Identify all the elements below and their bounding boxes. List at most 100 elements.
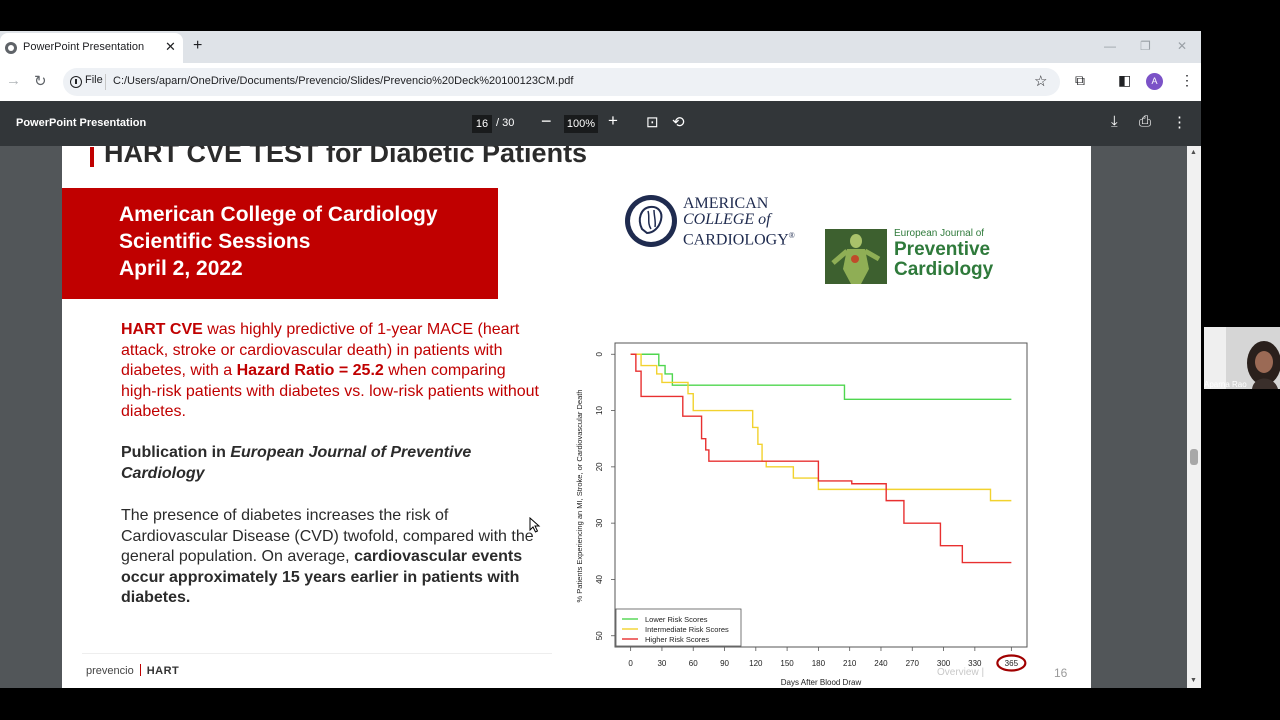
- title-accent-bar: [90, 147, 94, 167]
- browser-menu-icon[interactable]: ⋮: [1180, 72, 1194, 89]
- x-tick-label: 240: [874, 659, 888, 668]
- legend-label: Intermediate Risk Scores: [645, 625, 729, 634]
- browser-window: PowerPoint Presentation ✕ + — ❐ ✕ → ↻ Fi…: [0, 31, 1201, 688]
- x-tick-label: 0: [628, 659, 633, 668]
- hart-cve-term: HART CVE: [121, 321, 203, 338]
- scroll-up-icon[interactable]: ▲: [1190, 149, 1197, 156]
- y-tick-label: 30: [595, 518, 604, 527]
- slide-page-number: 16: [1054, 666, 1068, 680]
- url-text[interactable]: C:/Users/aparn/OneDrive/Documents/Preven…: [113, 75, 573, 87]
- profile-avatar[interactable]: A: [1146, 73, 1163, 90]
- omnibox-divider: [105, 74, 106, 90]
- anatomy-figure-image: [825, 229, 887, 284]
- banner-line: April 2, 2022: [119, 257, 243, 280]
- x-tick-label: 30: [657, 659, 666, 668]
- browser-tab[interactable]: PowerPoint Presentation ✕: [0, 33, 183, 63]
- ejpc-title-line: Preventive: [894, 239, 991, 260]
- x-axis-label: Days After Blood Draw: [781, 678, 862, 687]
- ejpc-title-line: Cardiology: [894, 259, 994, 280]
- chart-legend: Lower Risk ScoresIntermediate Risk Score…: [615, 608, 742, 647]
- rotate-icon[interactable]: ⟲: [672, 113, 685, 131]
- acc-line: COLLEGE of: [683, 212, 795, 228]
- participant-name: Aparna Rao: [1204, 380, 1247, 389]
- minimize-icon[interactable]: —: [1104, 39, 1116, 53]
- legend-label: Lower Risk Scores: [645, 615, 708, 624]
- pdf-toolbar: PowerPoint Presentation 16 / 30 − 100% +…: [0, 101, 1201, 146]
- conference-banner: American College of Cardiology Scientifi…: [62, 188, 498, 299]
- registered-mark: ®: [788, 231, 795, 240]
- footer-divider: [82, 653, 552, 654]
- restore-icon[interactable]: ❐: [1140, 39, 1151, 53]
- x-tick-label: 120: [749, 659, 763, 668]
- browser-toolbar: → ↻ File C:/Users/aparn/OneDrive/Documen…: [0, 63, 1201, 101]
- acc-seal-logo: [625, 195, 677, 247]
- vertical-scrollbar[interactable]: ▲ ▼: [1187, 146, 1201, 688]
- new-tab-button[interactable]: +: [193, 37, 202, 55]
- pdf-viewport[interactable]: HART CVE TEST for Diabetic Patients Amer…: [0, 146, 1187, 688]
- scroll-thumb[interactable]: [1190, 449, 1198, 465]
- acc-wordmark: AMERICAN COLLEGE of CARDIOLOGY®: [683, 196, 795, 248]
- banner-line: American College of Cardiology: [119, 203, 438, 226]
- x-tick-label: 180: [812, 659, 826, 668]
- info-icon[interactable]: [70, 76, 82, 88]
- footer-logo: prevencio HART: [86, 664, 179, 677]
- reload-icon[interactable]: ↻: [34, 72, 47, 90]
- page-number-input[interactable]: 16: [472, 115, 492, 133]
- publication-text: Publication in: [121, 444, 231, 461]
- download-icon[interactable]: ⤓: [1111, 113, 1118, 130]
- legend-label: Higher Risk Scores: [645, 635, 709, 644]
- acc-line-text: CARDIOLOGY: [683, 231, 789, 249]
- print-icon[interactable]: ⎙: [1139, 113, 1151, 130]
- acc-line: CARDIOLOGY®: [683, 228, 795, 248]
- slide-title: HART CVE TEST for Diabetic Patients: [104, 146, 588, 168]
- ejpc-subtitle: European Journal of: [894, 228, 985, 239]
- fit-page-icon[interactable]: ⊡: [646, 113, 659, 131]
- publication-paragraph: Publication in European Journal of Preve…: [121, 443, 541, 484]
- plot-frame: [614, 342, 1028, 648]
- bookmark-star-icon[interactable]: ☆: [1034, 72, 1047, 90]
- side-panel-icon[interactable]: ◧: [1118, 72, 1131, 89]
- x-tick-label: 210: [843, 659, 857, 668]
- forward-icon[interactable]: →: [6, 72, 21, 89]
- mouse-cursor-icon: [529, 517, 541, 533]
- y-axis-label: % Patients Experiencing an MI, Stroke, o…: [575, 389, 584, 602]
- pdf-menu-icon[interactable]: ⋮: [1172, 113, 1187, 131]
- slide-page: HART CVE TEST for Diabetic Patients Amer…: [62, 146, 1091, 688]
- tab-strip: PowerPoint Presentation ✕ + — ❐ ✕: [0, 31, 1201, 63]
- x-tick-label: 365: [1005, 659, 1019, 668]
- hazard-ratio: Hazard Ratio = 25.2: [236, 362, 384, 379]
- file-chip: File: [85, 74, 103, 86]
- x-tick-label: 270: [906, 659, 920, 668]
- globe-icon: [5, 42, 17, 54]
- zoom-out-button[interactable]: −: [541, 111, 552, 132]
- y-tick-label: 20: [595, 462, 604, 471]
- tab-title: PowerPoint Presentation: [23, 41, 145, 53]
- tab-close-icon[interactable]: ✕: [165, 39, 176, 55]
- ejpc-title: Preventive Cardiology: [894, 240, 993, 280]
- prevencio-wordmark: prevencio: [86, 665, 134, 677]
- y-tick-label: 50: [595, 631, 604, 640]
- x-tick-label: 150: [780, 659, 794, 668]
- page-total: / 30: [496, 117, 515, 129]
- banner-line: Scientific Sessions: [119, 230, 311, 253]
- zoom-level-input[interactable]: 100%: [564, 115, 598, 133]
- diabetes-paragraph: The presence of diabetes increases the r…: [121, 506, 541, 609]
- y-tick-label: 10: [595, 406, 604, 415]
- screen: PowerPoint Presentation ✕ + — ❐ ✕ → ↻ Fi…: [0, 0, 1280, 720]
- pdf-document-title: PowerPoint Presentation: [16, 117, 147, 129]
- footer-separator: [139, 664, 141, 676]
- footer-nav-link[interactable]: Overview |: [937, 667, 984, 678]
- y-tick-label: 40: [595, 574, 604, 583]
- extensions-icon[interactable]: ⧉: [1075, 72, 1085, 89]
- zoom-in-button[interactable]: +: [608, 111, 618, 131]
- scroll-down-icon[interactable]: ▼: [1190, 677, 1197, 684]
- result-paragraph: HART CVE was highly predictive of 1-year…: [121, 320, 541, 423]
- address-bar[interactable]: File C:/Users/aparn/OneDrive/Documents/P…: [63, 68, 1060, 96]
- y-tick-label: 0: [595, 351, 604, 356]
- x-tick-label: 90: [720, 659, 729, 668]
- kaplan-meier-chart: 0 30 60 90 120 150 180 210 240 270 300 330 365010203…: [575, 342, 1028, 687]
- acc-line-text: COLLEGE of: [683, 211, 771, 228]
- acc-line: AMERICAN: [683, 195, 769, 212]
- window-close-icon[interactable]: ✕: [1177, 39, 1187, 53]
- hart-wordmark: HART: [146, 665, 180, 677]
